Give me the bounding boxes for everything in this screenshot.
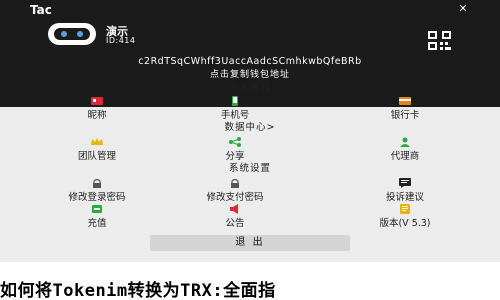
avatar[interactable] (48, 23, 96, 45)
menu-item-recharge[interactable]: 充值 (47, 204, 147, 229)
section-title-settings: 系统设置 (228, 163, 271, 174)
crown-icon (91, 138, 103, 145)
menu-item-phone[interactable]: 手机号 (185, 96, 285, 121)
lock-icon (231, 178, 239, 188)
menu-item-change-pay-password[interactable]: 修改支付密码 (185, 178, 285, 203)
menu-item-label: 修改支付密码 (206, 192, 264, 203)
qr-code-icon[interactable] (428, 31, 452, 51)
lock-icon (93, 178, 101, 188)
menu-item-feedback[interactable]: 投诉建议 (355, 178, 455, 203)
menu-item-nickname[interactable]: 昵称 (47, 96, 147, 121)
menu-item-label: 修改登录密码 (68, 192, 126, 203)
close-icon[interactable]: ✕ (456, 2, 470, 16)
article-title-banner: 如何将Tokenim转换为TRX:全面指 (0, 262, 500, 300)
recharge-icon (92, 205, 102, 213)
article-title: 如何将Tokenim转换为TRX:全面指 (0, 281, 276, 300)
menu-item-label: 投诉建议 (385, 192, 424, 203)
logout-button[interactable]: 退 出 (150, 235, 350, 251)
user-id: ID:414 (106, 36, 136, 45)
menu-item-label: 公告 (225, 218, 245, 229)
menu-item-label: 版本(V 5.3) (379, 218, 431, 229)
id-card-icon (91, 97, 103, 105)
app-title: Tac (30, 3, 52, 17)
agent-icon (400, 137, 410, 147)
menu-item-share[interactable]: 分享 (185, 137, 285, 162)
wallet-address[interactable]: c2RdTSqCWhff3UaccAadcSCmhkwbQfeBRb (0, 56, 500, 67)
section-title-personal: 个人资料 (228, 83, 271, 94)
feedback-icon (399, 178, 411, 188)
menu-item-change-login-password[interactable]: 修改登录密码 (47, 178, 147, 203)
announcement-icon (230, 204, 238, 214)
section-title-data-center[interactable]: 数据中心> (0, 119, 500, 133)
share-icon (229, 137, 241, 147)
phone-icon (232, 96, 238, 106)
menu-item-label: 充值 (87, 218, 107, 229)
bank-card-icon (399, 97, 411, 105)
menu-item-bank-card[interactable]: 银行卡 (355, 96, 455, 121)
menu-item-announcement[interactable]: 公告 (185, 204, 285, 229)
version-icon (400, 204, 410, 214)
menu-item-agent[interactable]: 代理商 (355, 137, 455, 162)
menu-item-version[interactable]: 版本(V 5.3) (355, 204, 455, 229)
menu-item-team-management[interactable]: 团队管理 (47, 137, 147, 162)
copy-address-hint[interactable]: 点击复制钱包地址 (0, 67, 500, 80)
